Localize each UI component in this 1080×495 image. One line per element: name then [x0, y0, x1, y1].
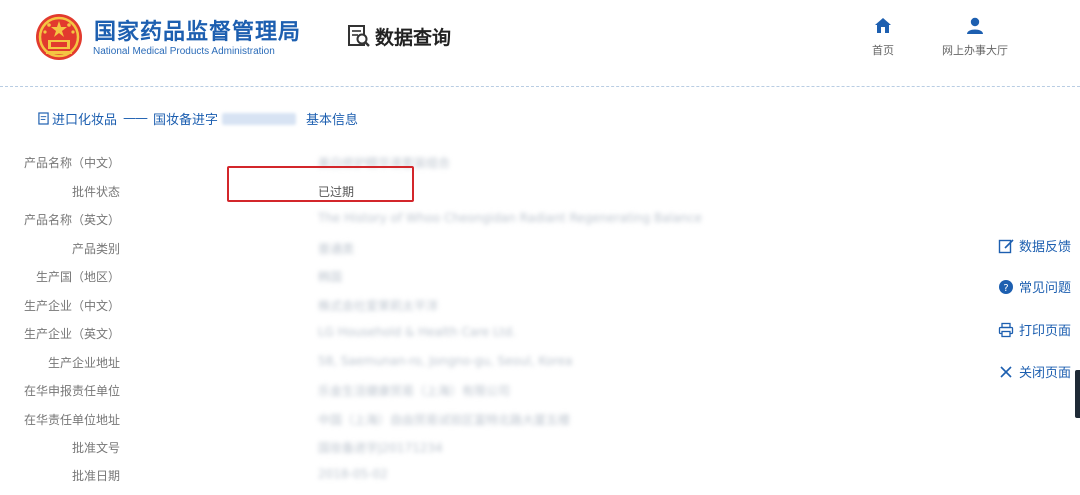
svg-text:?: ?	[1003, 283, 1008, 294]
agency-name-en: National Medical Products Administration	[93, 46, 275, 57]
field-label: 生产企业地址	[47, 356, 120, 370]
field-value: 乐金生活健康贸易（上海）有限公司	[318, 384, 511, 398]
print-button[interactable]: 打印页面	[998, 320, 1071, 339]
data-query-label: 数据查询	[375, 26, 452, 49]
field-label: 产品名称（英文）	[23, 213, 120, 227]
agency-name-cn: 国家药品监督管理局	[94, 20, 302, 45]
field-row: 批准文号 国妆备进字J20171234	[0, 436, 900, 456]
field-value: The History of Whoo Cheongidan Radiant R…	[318, 211, 702, 225]
field-value: 中国（上海）自由贸易试验区富特北路大厦五楼	[318, 413, 571, 427]
breadcrumb-record-number-redacted	[222, 112, 297, 125]
breadcrumb: 进口化妆品 —— 国妆备进字 基本信息	[38, 109, 358, 128]
field-label: 批准日期	[71, 469, 120, 483]
data-query-link[interactable]: 数据查询	[346, 22, 451, 50]
faq-label: 常见问题	[1019, 281, 1072, 296]
national-emblem-icon	[36, 14, 82, 60]
breadcrumb-record-prefix: 国妆备进字	[153, 113, 219, 128]
breadcrumb-category[interactable]: 进口化妆品	[52, 109, 117, 128]
field-row: 在华责任单位地址 中国（上海）自由贸易试验区富特北路大厦五楼	[0, 408, 900, 428]
breadcrumb-section: 基本信息	[306, 113, 359, 128]
field-value: 2018-05-02	[318, 467, 388, 481]
edit-icon	[998, 238, 1014, 253]
field-row: 生产企业（中文） 株式会社爱茉莉太平洋	[0, 294, 900, 314]
field-row: 产品类别 普通类	[0, 237, 900, 257]
header-divider	[0, 86, 1080, 87]
close-page-button[interactable]: 关闭页面	[998, 362, 1071, 381]
nav-home-label: 首页	[872, 44, 894, 57]
field-value: 株式会社爱茉莉太平洋	[318, 299, 439, 313]
document-search-icon	[348, 25, 370, 47]
site-header: 国家药品监督管理局 National Medical Products Admi…	[0, 0, 1080, 86]
nav-home[interactable]: 首页	[872, 16, 894, 58]
nav-online-hall[interactable]: 网上办事大厅	[942, 16, 1008, 58]
field-label: 生产国（地区）	[35, 270, 120, 284]
field-row: 产品名称（英文） The History of Whoo Cheongidan …	[0, 208, 900, 228]
field-row: 生产企业地址 58, Saemunan-ro, Jongno-gu, Seoul…	[0, 351, 900, 371]
document-icon	[38, 112, 49, 125]
field-label: 批件状态	[71, 185, 120, 199]
field-value: LG Household & Health Care Ltd.	[318, 325, 516, 339]
close-icon	[1000, 365, 1012, 378]
field-value: 韩国	[318, 270, 343, 284]
field-label: 生产企业（英文）	[23, 327, 120, 341]
field-label: 批准文号	[71, 441, 120, 455]
field-value: 国妆备进字J20171234	[318, 441, 443, 455]
feedback-label: 数据反馈	[1019, 240, 1072, 255]
field-row: 生产企业（英文） LG Household & Health Care Ltd.	[0, 322, 900, 342]
field-label: 在华申报责任单位	[23, 384, 120, 398]
print-label: 打印页面	[1019, 324, 1072, 339]
nav-online-hall-label: 网上办事大厅	[942, 44, 1008, 57]
print-icon	[998, 322, 1014, 337]
field-row: 生产国（地区） 韩国	[0, 265, 900, 285]
status-highlight-box	[227, 166, 414, 202]
field-value: 58, Saemunan-ro, Jongno-gu, Seoul, Korea	[318, 354, 573, 368]
field-row: 批准日期 2018-05-02	[0, 464, 900, 484]
breadcrumb-separator: ——	[123, 111, 148, 126]
faq-button[interactable]: ? 常见问题	[998, 277, 1071, 296]
field-row: 在华申报责任单位 乐金生活健康贸易（上海）有限公司	[0, 379, 900, 399]
field-label: 产品类别	[71, 242, 120, 256]
field-row: 产品名称（中文） 美白修护精华液套装组合	[0, 151, 900, 171]
question-icon: ?	[999, 279, 1013, 294]
close-page-label: 关闭页面	[1019, 366, 1072, 381]
field-label: 生产企业（中文）	[23, 299, 120, 313]
user-icon	[967, 17, 983, 34]
field-row: 批件状态 已过期	[0, 180, 900, 200]
home-icon	[875, 18, 891, 33]
side-drawer-handle[interactable]	[1075, 370, 1080, 418]
field-label: 在华责任单位地址	[23, 413, 120, 427]
field-value: 普通类	[318, 242, 355, 256]
field-label: 产品名称（中文）	[23, 156, 120, 170]
feedback-button[interactable]: 数据反馈	[998, 236, 1071, 255]
